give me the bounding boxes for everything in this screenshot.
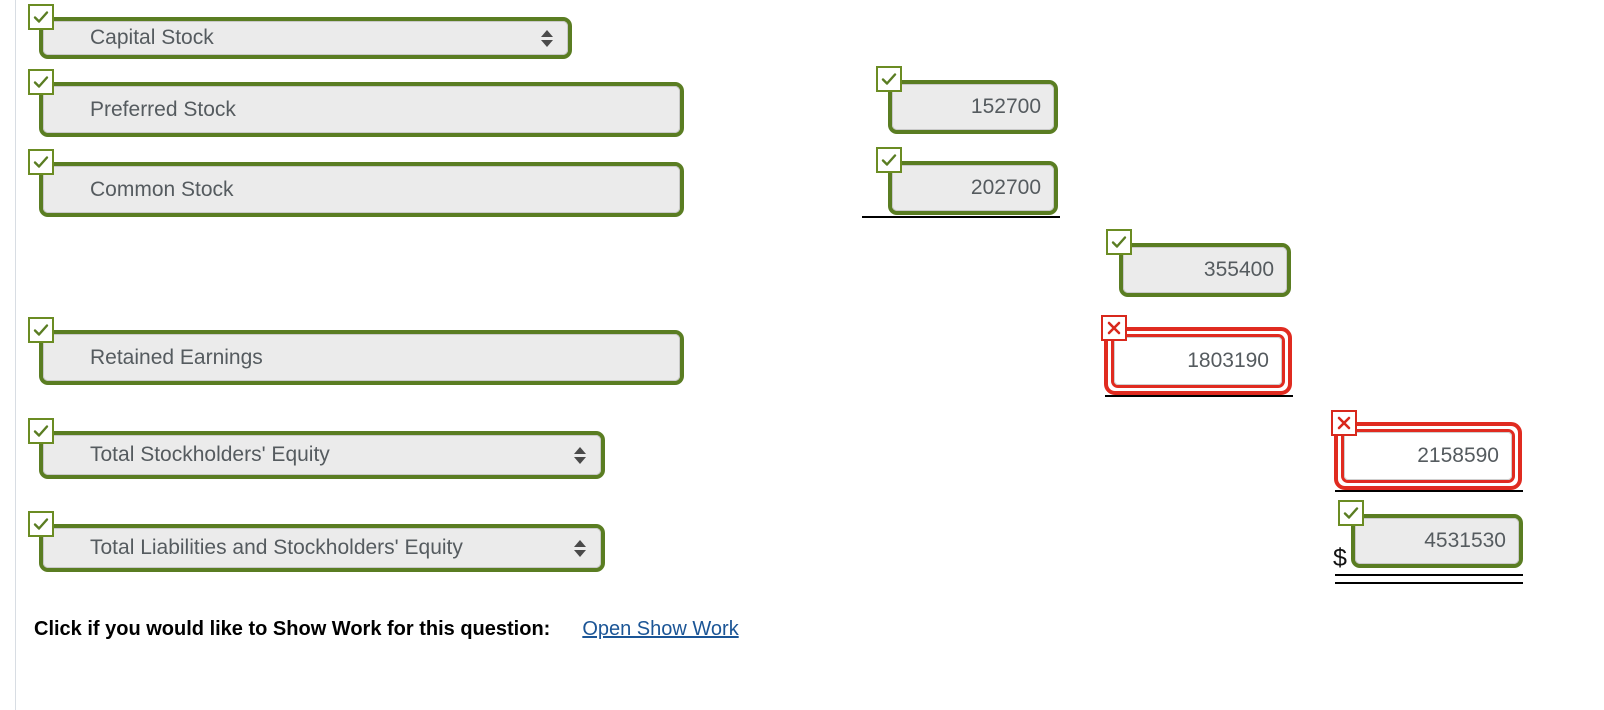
select-updown-arrows-icon-total-stockholders-equity [573,443,587,467]
account-label-retained-earnings[interactable]: Retained Earnings [39,330,684,385]
amount-input-retained-earnings[interactable]: 1803190 [1104,327,1292,395]
amount-input-capital-stock-subtotal-value: 355400 [1123,247,1287,293]
account-label-retained-earnings-value: Retained Earnings [43,334,680,381]
account-label-preferred-stock[interactable]: Preferred Stock [39,82,684,137]
amount-input-preferred-stock-value: 152700 [892,84,1054,130]
account-select-total-stockholders-equity[interactable]: Total Stockholders' Equity [39,431,605,479]
currency-symbol: $ [1333,544,1347,572]
account-label-preferred-stock-value: Preferred Stock [43,86,680,133]
amount-input-total-liabilities-and-stockholders-equity-value: 4531530 [1355,518,1519,564]
amount-input-total-stockholders-equity-value: 2158590 [1344,432,1512,480]
subtotal-rule-total-stockholders-equity [1335,490,1523,492]
account-label-common-stock-value: Common Stock [43,166,680,213]
check-icon-common-stock [28,149,54,175]
select-updown-arrows-icon-total-liabilities-and-stockholders-equity [573,536,587,560]
show-work-prompt: Click if you would like to Show Work for… [34,618,551,640]
amount-input-common-stock[interactable]: 202700 [888,161,1058,215]
check-icon-total-stockholders-equity [28,418,54,444]
subtotal-rule-retained-earnings [1105,395,1293,397]
cross-icon-retained-earnings-amount [1101,315,1127,341]
account-select-total-stockholders-equity-value: Total Stockholders' Equity [43,435,601,475]
account-select-total-liabilities-and-stockholders-equity-value: Total Liabilities and Stockholders' Equi… [43,528,601,568]
check-icon-preferred-stock [28,69,54,95]
amount-input-common-stock-value: 202700 [892,165,1054,211]
amount-input-total-stockholders-equity[interactable]: 2158590 [1334,422,1522,490]
check-icon-capital-stock-subtotal [1106,229,1132,255]
check-icon-total-liabilities-and-stockholders-equity [28,511,54,537]
account-select-capital-stock-value: Capital Stock [43,21,568,55]
check-icon-retained-earnings [28,317,54,343]
amount-input-preferred-stock[interactable]: 152700 [888,80,1058,134]
grand-total-double-rule [1335,574,1523,584]
balance-sheet-equity-section: Capital Stock Preferred Stock 152700 Com… [0,0,1604,710]
open-show-work-link[interactable]: Open Show Work [582,618,738,641]
check-icon-common-stock-amount [876,147,902,173]
account-select-total-liabilities-and-stockholders-equity[interactable]: Total Liabilities and Stockholders' Equi… [39,524,605,572]
amount-input-total-liabilities-and-stockholders-equity[interactable]: 4531530 [1351,514,1523,568]
check-icon-capital-stock [28,4,54,30]
cross-icon-total-stockholders-equity-amount [1331,410,1357,436]
amount-input-retained-earnings-value: 1803190 [1114,337,1282,385]
amount-input-capital-stock-subtotal[interactable]: 355400 [1119,243,1291,297]
check-icon-preferred-stock-amount [876,66,902,92]
check-icon-total-liabilities-and-stockholders-equity-amount [1338,500,1364,526]
show-work-row: Click if you would like to Show Work for… [34,618,739,641]
subtotal-rule-capital-stock [862,216,1060,218]
select-updown-arrows-icon-capital-stock [540,26,554,50]
account-select-capital-stock[interactable]: Capital Stock [39,17,572,59]
account-label-common-stock[interactable]: Common Stock [39,162,684,217]
